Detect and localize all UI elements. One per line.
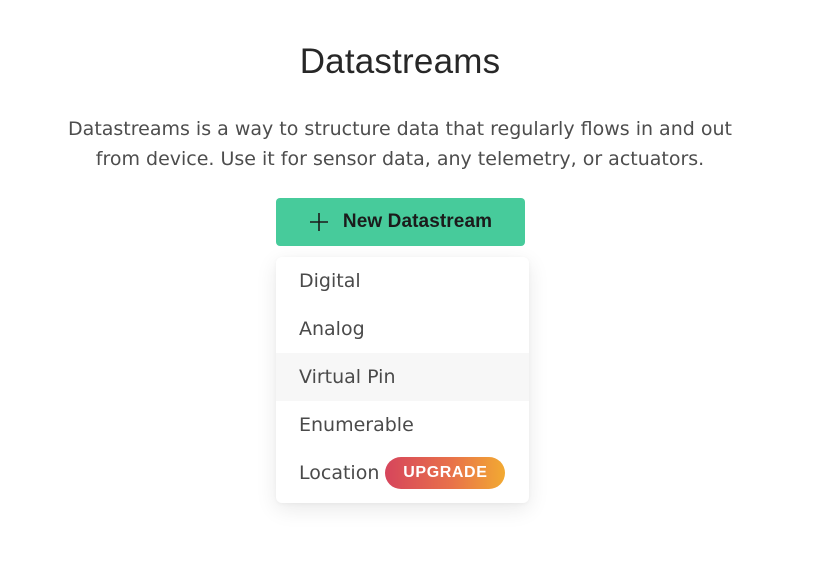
plus-icon — [309, 213, 328, 231]
new-datastream-button[interactable]: New Datastream — [276, 198, 525, 246]
description-line-1: Datastreams is a way to structure data t… — [68, 118, 732, 140]
upgrade-badge[interactable]: UPGRADE — [385, 457, 506, 489]
menu-item-label: Virtual Pin — [299, 366, 396, 388]
page-title: Datastreams — [299, 42, 501, 81]
menu-item-label: Analog — [299, 318, 365, 340]
new-datastream-label: New Datastream — [342, 211, 493, 232]
datastream-type-menu: Digital Analog Virtual Pin Enumerable Lo… — [276, 257, 529, 503]
menu-item-analog[interactable]: Analog — [276, 305, 529, 353]
menu-item-enumerable[interactable]: Enumerable — [276, 401, 529, 449]
menu-item-label: Enumerable — [299, 414, 414, 436]
menu-item-label: Location — [299, 462, 380, 484]
description-line-2: from device. Use it for sensor data, any… — [95, 148, 705, 170]
datastreams-page: Datastreams Datastreams is a way to stru… — [0, 0, 816, 561]
menu-item-virtual-pin[interactable]: Virtual Pin — [276, 353, 529, 401]
menu-item-location[interactable]: Location UPGRADE — [276, 449, 529, 497]
page-description: Datastreams is a way to structure data t… — [0, 114, 800, 174]
menu-item-digital[interactable]: Digital — [276, 257, 529, 305]
menu-item-label: Digital — [299, 270, 361, 292]
